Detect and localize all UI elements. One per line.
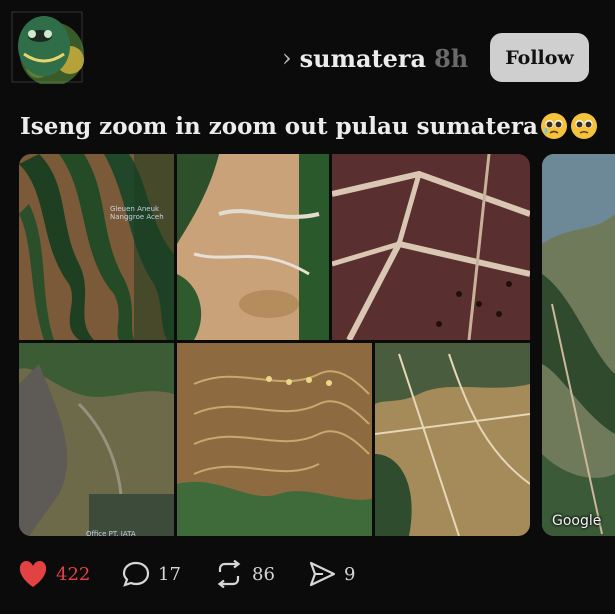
comment-icon [122,561,150,587]
post-caption: Iseng zoom in zoom out pulau sumatera [20,108,610,144]
avatar[interactable] [10,10,84,84]
satellite-tile-cleared [177,154,344,340]
repost-count: 86 [252,563,275,585]
heart-icon [19,560,47,587]
pleading-face-emoji [570,113,597,139]
username[interactable]: sumatera [300,44,426,73]
post-image-next[interactable] [542,154,615,536]
map-bottom-label: Office PT. IATA [86,530,136,538]
post-actions: 422 17 86 9 [18,557,418,591]
comment-action[interactable]: 17 [122,557,181,591]
follow-button[interactable]: Follow [490,33,589,82]
share-count: 9 [344,563,356,585]
map-label: Gleuen Aneuk Nanggroe Aceh [110,205,164,221]
satellite-tile-mine [19,343,174,536]
map-label-line-1: Gleuen Aneuk [110,205,160,213]
repost-action[interactable]: 86 [214,557,275,591]
chevron-right-icon: › [282,44,292,72]
send-icon [309,561,336,587]
caption-text: Iseng zoom in zoom out pulau sumatera [20,112,538,140]
post-image[interactable] [19,154,530,536]
post-time: 8h [434,43,469,73]
satellite-tile-roads [374,343,530,536]
satellite-tile-ridges [19,154,174,340]
repost-icon [217,560,241,588]
pleading-face-tear-emoji [540,113,567,139]
comment-count: 17 [158,563,181,585]
like-count: 422 [56,563,91,585]
like-action[interactable]: 422 [18,557,90,591]
share-action[interactable]: 9 [308,557,355,591]
satellite-tile-terraces [177,343,372,536]
post-author[interactable]: › sumatera 8h [282,38,468,78]
map-label-line-2: Nanggroe Aceh [110,213,164,221]
satellite-tile-plantation [331,154,530,342]
google-watermark: Google [552,513,602,529]
